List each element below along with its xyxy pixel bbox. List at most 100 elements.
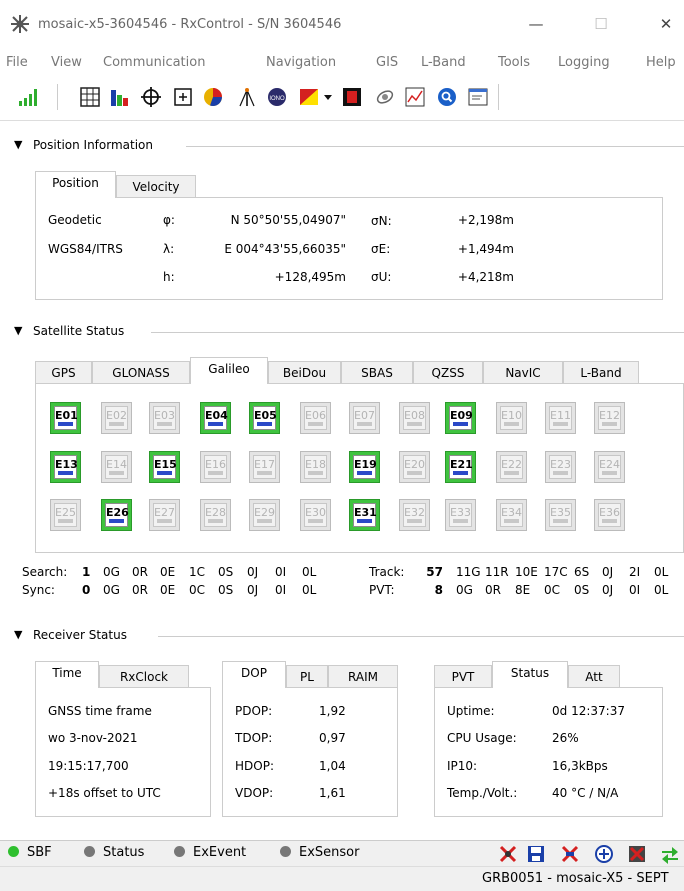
add-connection-icon[interactable] xyxy=(594,844,614,864)
signal-bars-icon[interactable] xyxy=(18,86,40,108)
collapse-triangle-icon[interactable]: ▼ xyxy=(14,628,22,641)
satellite-cell[interactable]: E19 xyxy=(349,451,380,483)
satellite-cell[interactable]: E03 xyxy=(149,402,180,434)
satellite-cell[interactable]: E28 xyxy=(200,499,231,531)
satellite-cell[interactable]: E35 xyxy=(545,499,576,531)
satellite-cell[interactable]: E07 xyxy=(349,402,380,434)
satellite-cell[interactable]: E11 xyxy=(545,402,576,434)
tab-gps[interactable]: GPS xyxy=(35,361,92,383)
section-satellite[interactable]: ▼ Satellite Status xyxy=(0,321,684,343)
satellite-cell[interactable]: E25 xyxy=(50,499,81,531)
satellite-cell[interactable]: E32 xyxy=(399,499,430,531)
satellite-cell[interactable]: E34 xyxy=(496,499,527,531)
satellite-cell[interactable]: E17 xyxy=(249,451,280,483)
satellite-cell[interactable]: E14 xyxy=(101,451,132,483)
disconnect-icon[interactable] xyxy=(560,844,580,864)
satellite-cell[interactable]: E09 xyxy=(445,402,476,434)
tab-lband[interactable]: L-Band xyxy=(563,361,639,383)
exsensor-indicator[interactable]: ExSensor xyxy=(280,845,359,860)
bar-chart-icon[interactable] xyxy=(109,86,131,108)
satellite-cell[interactable]: E22 xyxy=(496,451,527,483)
satellite-cell[interactable]: E24 xyxy=(594,451,625,483)
tab-velocity[interactable]: Velocity xyxy=(116,175,196,197)
save-icon[interactable] xyxy=(526,844,546,864)
satellite-cell[interactable]: E30 xyxy=(300,499,331,531)
grid-icon[interactable] xyxy=(79,86,101,108)
satellite-cell[interactable]: E36 xyxy=(594,499,625,531)
minimize-button[interactable]: — xyxy=(524,14,548,34)
satellite-cell[interactable]: E29 xyxy=(249,499,280,531)
section-position[interactable]: ▼ Position Information xyxy=(0,135,684,157)
collapse-triangle-icon[interactable]: ▼ xyxy=(14,324,22,337)
satellite-cell[interactable]: E18 xyxy=(300,451,331,483)
tab-position[interactable]: Position xyxy=(35,171,116,198)
satellite-cell[interactable]: E04 xyxy=(200,402,231,434)
tab-qzss[interactable]: QZSS xyxy=(413,361,483,383)
status-indicator[interactable]: Status xyxy=(84,845,144,860)
tab-status[interactable]: Status xyxy=(492,661,568,688)
search-icon[interactable] xyxy=(436,86,458,108)
iono-icon[interactable]: IONO xyxy=(266,86,288,108)
exevent-indicator[interactable]: ExEvent xyxy=(174,845,246,860)
satellite-cell[interactable]: E01 xyxy=(50,402,81,434)
plot-icon[interactable] xyxy=(404,86,426,108)
satellite-cell[interactable]: E20 xyxy=(399,451,430,483)
tab-galileo[interactable]: Galileo xyxy=(190,357,268,384)
menu-communication[interactable]: Communication xyxy=(103,55,205,70)
sbf-indicator[interactable]: SBF xyxy=(8,845,52,860)
tab-att[interactable]: Att xyxy=(568,665,620,687)
pie-chart-icon[interactable] xyxy=(202,86,224,108)
transfer-icon[interactable] xyxy=(660,844,680,864)
menu-lband[interactable]: L-Band xyxy=(421,55,466,70)
menu-file[interactable]: File xyxy=(6,55,28,70)
record-icon[interactable] xyxy=(341,86,363,108)
tab-raim[interactable]: RAIM xyxy=(328,665,398,687)
satellite-cell[interactable]: E12 xyxy=(594,402,625,434)
collapse-triangle-icon[interactable]: ▼ xyxy=(14,138,22,151)
satellite-cell[interactable]: E13 xyxy=(50,451,81,483)
tab-dop[interactable]: DOP xyxy=(222,661,286,688)
stop-antenna-icon[interactable] xyxy=(498,844,518,864)
close-connection-icon[interactable] xyxy=(627,844,647,864)
tab-glonass[interactable]: GLONASS xyxy=(92,361,190,383)
satellite-cell[interactable]: E15 xyxy=(149,451,180,483)
satellite-id: E35 xyxy=(550,506,571,519)
satellite-cell-inner: E32 xyxy=(403,503,426,527)
menu-view[interactable]: View xyxy=(51,55,82,70)
terminal-icon[interactable] xyxy=(467,86,489,108)
antenna-icon[interactable] xyxy=(236,86,258,108)
section-receiver[interactable]: ▼ Receiver Status xyxy=(0,625,684,647)
satellite-cell[interactable]: E06 xyxy=(300,402,331,434)
add-box-icon[interactable] xyxy=(172,86,194,108)
tab-sbas[interactable]: SBAS xyxy=(341,361,413,383)
maximize-button[interactable]: ☐ xyxy=(589,14,613,34)
tab-pvt[interactable]: PVT xyxy=(434,665,492,687)
menu-logging[interactable]: Logging xyxy=(558,55,610,70)
satellite-cell[interactable]: E16 xyxy=(200,451,231,483)
menu-navigation[interactable]: Navigation xyxy=(266,55,336,70)
satellite-cell[interactable]: E33 xyxy=(445,499,476,531)
close-button[interactable]: ✕ xyxy=(654,14,678,34)
crosshair-icon[interactable] xyxy=(140,86,162,108)
tab-beidou[interactable]: BeiDou xyxy=(268,361,341,383)
menu-tools[interactable]: Tools xyxy=(498,55,530,70)
tab-navic[interactable]: NavIC xyxy=(483,361,563,383)
satellite-cell[interactable]: E08 xyxy=(399,402,430,434)
menu-gis[interactable]: GIS xyxy=(376,55,398,70)
satellite-cell[interactable]: E02 xyxy=(101,402,132,434)
longitude-symbol: λ: xyxy=(163,242,175,256)
satellite-cell[interactable]: E31 xyxy=(349,499,380,531)
satellite-cell[interactable]: E26 xyxy=(101,499,132,531)
menu-help[interactable]: Help xyxy=(646,55,676,70)
satellite-icon[interactable] xyxy=(374,86,396,108)
color-flag-icon[interactable] xyxy=(298,86,320,108)
tab-rxclock[interactable]: RxClock xyxy=(99,665,189,687)
satellite-cell[interactable]: E10 xyxy=(496,402,527,434)
satellite-cell[interactable]: E21 xyxy=(445,451,476,483)
tab-time[interactable]: Time xyxy=(35,661,99,688)
satellite-cell[interactable]: E27 xyxy=(149,499,180,531)
dropdown-arrow-icon[interactable] xyxy=(322,86,334,108)
satellite-cell[interactable]: E05 xyxy=(249,402,280,434)
tab-pl[interactable]: PL xyxy=(286,665,328,687)
satellite-cell[interactable]: E23 xyxy=(545,451,576,483)
